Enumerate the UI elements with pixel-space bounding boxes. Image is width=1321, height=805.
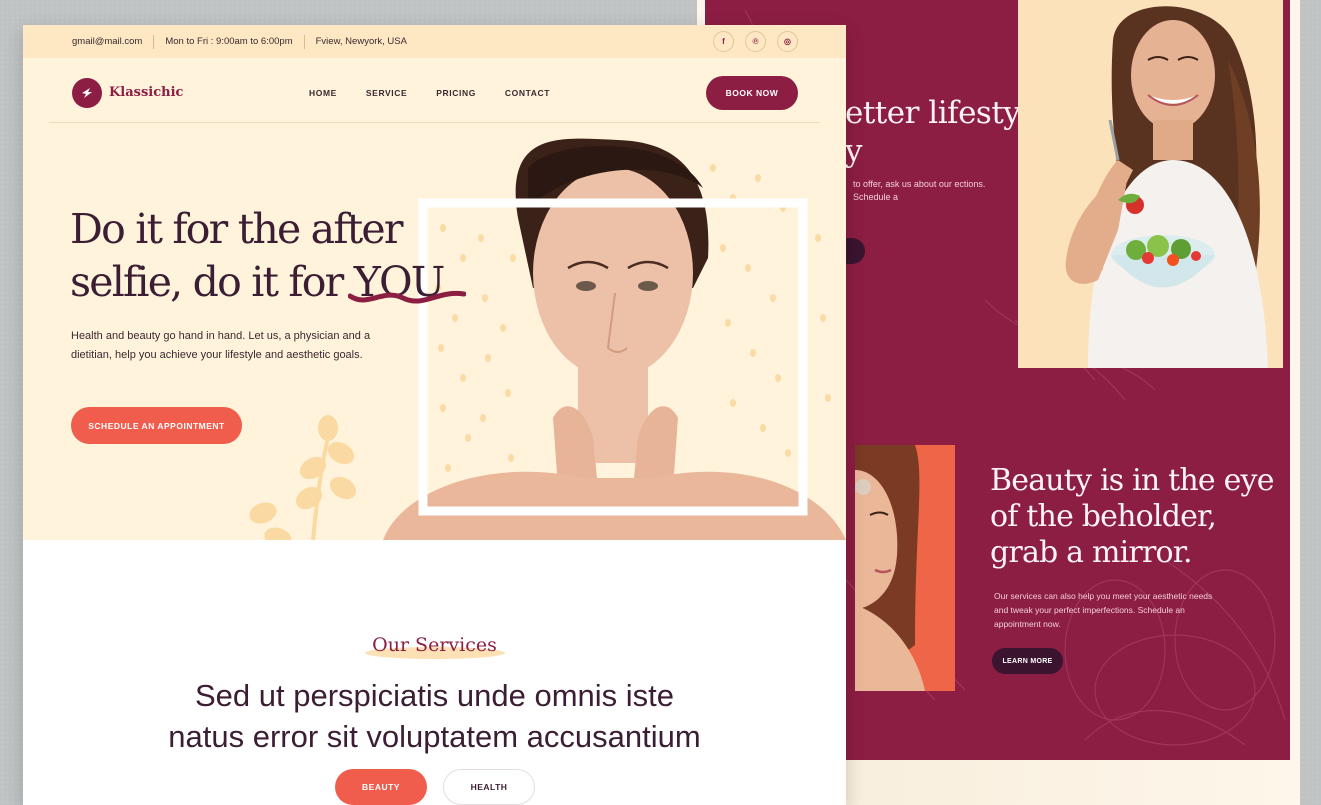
hero-description: Health and beauty go hand in hand. Let u… bbox=[71, 330, 371, 361]
hero-title-line: selfie, do it for bbox=[70, 258, 354, 306]
nav-divider bbox=[49, 122, 820, 123]
woman-salad-illustration bbox=[1065, 6, 1268, 368]
beauty-heading: Beauty is in the eye of the beholder, gr… bbox=[990, 463, 1274, 570]
tab-health[interactable]: HEALTH bbox=[443, 769, 535, 805]
services-title: Sed ut perspiciatis unde omnis iste natu… bbox=[23, 675, 846, 757]
nav-item-contact[interactable]: CONTACT bbox=[505, 88, 550, 98]
brand-logo-icon[interactable] bbox=[72, 78, 102, 108]
divider bbox=[153, 34, 155, 49]
beauty-description: Our services can also help you meet your… bbox=[994, 591, 1213, 629]
email-text[interactable]: gmail@mail.com bbox=[72, 36, 142, 47]
section-text-partial: to offer, ask us about our ections. Sche… bbox=[853, 179, 986, 202]
divider bbox=[303, 34, 305, 49]
top-info-bar: gmail@mail.com Mon to Fri : 9:00am to 6:… bbox=[23, 25, 846, 58]
social-links: f ℗ ◎ bbox=[713, 31, 798, 52]
main-page-preview: gmail@mail.com Mon to Fri : 9:00am to 6:… bbox=[23, 25, 846, 805]
leaf-decoration bbox=[249, 415, 357, 540]
tab-beauty[interactable]: BEAUTY bbox=[335, 769, 427, 805]
woman-with-salad-photo bbox=[1018, 0, 1283, 368]
facebook-icon[interactable]: f bbox=[713, 31, 734, 52]
book-now-button[interactable]: BOOK NOW bbox=[706, 76, 798, 110]
brand-name[interactable]: Klassichic bbox=[109, 85, 183, 100]
schedule-appointment-button[interactable]: SCHEDULE AN APPOINTMENT bbox=[71, 407, 242, 444]
logo-glyph-icon bbox=[82, 88, 92, 98]
woman-profile-illustration bbox=[855, 445, 925, 691]
nav-item-service[interactable]: SERVICE bbox=[366, 88, 407, 98]
nav-item-home[interactable]: HOME bbox=[309, 88, 337, 98]
hours-text: Mon to Fri : 9:00am to 6:00pm bbox=[165, 36, 293, 47]
swoosh-underline bbox=[347, 290, 466, 304]
hero-title-highlight: YOU bbox=[347, 256, 466, 309]
services-title-line: natus error sit voluptatem accusantium bbox=[168, 719, 701, 754]
main-navigation: Klassichic HOME SERVICE PRICING CONTACT … bbox=[23, 58, 846, 124]
hero-title-line: Do it for the after bbox=[70, 205, 403, 253]
nav-links: HOME SERVICE PRICING CONTACT bbox=[309, 88, 550, 98]
woman-profile-photo bbox=[855, 445, 955, 691]
hero-section: Klassichic HOME SERVICE PRICING CONTACT … bbox=[23, 58, 846, 540]
services-title-line: Sed ut perspiciatis unde omnis iste bbox=[194, 678, 675, 713]
learn-more-button[interactable]: LEARN MORE bbox=[992, 648, 1063, 674]
instagram-icon[interactable]: ◎ bbox=[777, 31, 798, 52]
pinterest-icon[interactable]: ℗ bbox=[745, 31, 766, 52]
nav-item-pricing[interactable]: PRICING bbox=[436, 88, 476, 98]
hero-title: Do it for the after selfie, do it for YO… bbox=[70, 203, 470, 309]
services-kicker: Our Services bbox=[372, 634, 497, 656]
address-text: Fview, Newyork, USA bbox=[315, 36, 407, 47]
services-section: Our Services Sed ut perspiciatis unde om… bbox=[23, 540, 846, 805]
